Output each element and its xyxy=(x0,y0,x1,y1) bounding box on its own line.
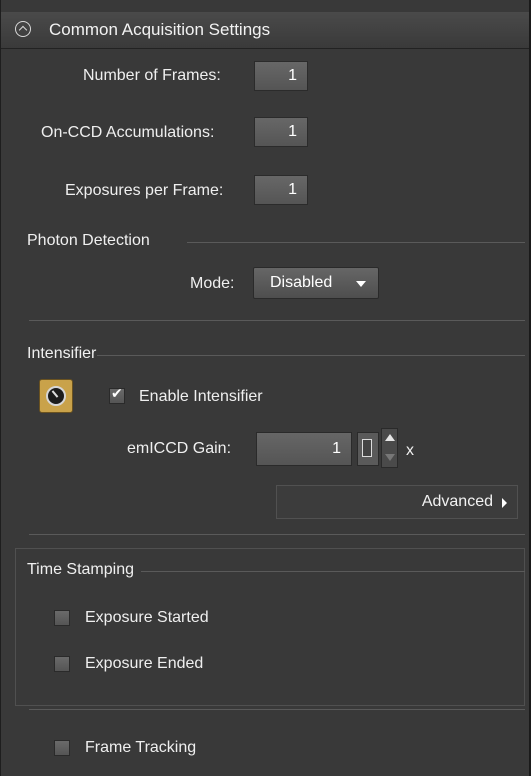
divider xyxy=(29,320,525,321)
exposure-ended-label: Exposure Ended xyxy=(85,655,204,672)
frame-tracking-checkbox[interactable] xyxy=(54,740,70,756)
arrow-down-icon[interactable] xyxy=(385,454,395,461)
acquisition-settings-panel: Common Acquisition Settings Number of Fr… xyxy=(0,0,531,776)
exposure-started-label: Exposure Started xyxy=(85,609,209,626)
gain-label: emICCD Gain: xyxy=(127,440,232,457)
exposure-ended-checkbox[interactable] xyxy=(54,656,70,672)
advanced-button[interactable]: Advanced xyxy=(276,485,518,519)
arrow-right-icon xyxy=(502,498,507,508)
gain-stepper[interactable] xyxy=(381,428,398,468)
collapse-up-icon[interactable] xyxy=(15,21,31,37)
section-title: Common Acquisition Settings xyxy=(49,20,271,39)
mode-dropdown[interactable]: Disabled xyxy=(253,267,379,299)
exposures-input[interactable]: 1 xyxy=(254,175,308,205)
divider xyxy=(29,534,525,535)
frames-input[interactable]: 1 xyxy=(254,61,308,91)
accumulations-input[interactable]: 1 xyxy=(254,117,308,147)
time-stamping-title: Time Stamping xyxy=(27,561,134,578)
frames-label: Number of Frames: xyxy=(83,67,221,84)
divider xyxy=(141,571,525,572)
chevron-down-icon xyxy=(356,281,366,287)
gain-slider-button[interactable] xyxy=(357,432,379,466)
enable-intensifier-checkbox[interactable] xyxy=(109,386,125,404)
intensifier-icon[interactable] xyxy=(39,379,73,413)
exposure-started-checkbox[interactable] xyxy=(54,610,70,626)
enable-intensifier-label: Enable Intensifier xyxy=(139,388,263,405)
mode-label: Mode: xyxy=(190,275,235,292)
arrow-up-icon[interactable] xyxy=(385,434,395,441)
exposures-label: Exposures per Frame: xyxy=(65,182,224,199)
photon-detection-title: Photon Detection xyxy=(27,232,150,249)
accumulations-label: On-CCD Accumulations: xyxy=(41,124,215,141)
gain-unit: x xyxy=(406,442,414,459)
intensifier-title: Intensifier xyxy=(27,345,97,362)
frame-tracking-label: Frame Tracking xyxy=(85,739,197,756)
divider xyxy=(29,709,525,710)
divider xyxy=(187,242,525,243)
section-header[interactable]: Common Acquisition Settings xyxy=(1,12,529,49)
divider xyxy=(97,355,525,356)
advanced-label: Advanced xyxy=(421,493,493,510)
gain-input[interactable]: 1 xyxy=(256,432,352,466)
mode-value: Disabled xyxy=(270,274,333,291)
